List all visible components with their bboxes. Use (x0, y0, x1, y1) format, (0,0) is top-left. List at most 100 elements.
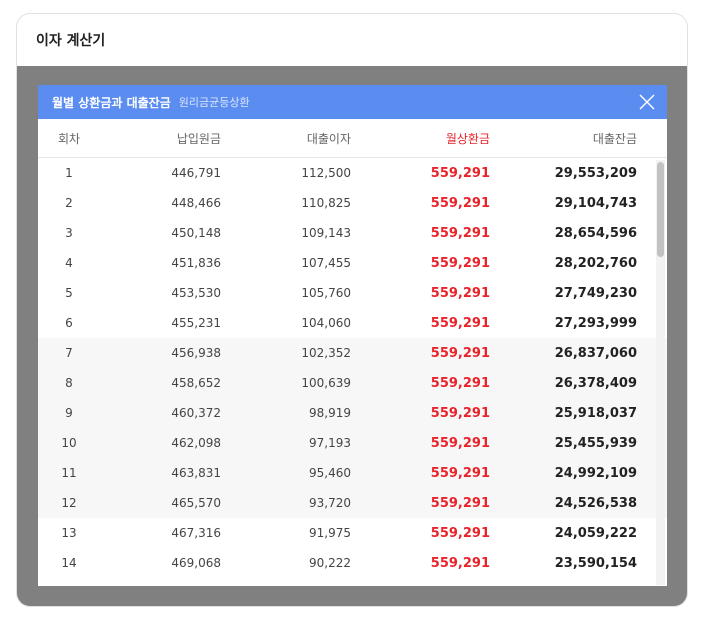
cell-balance: 25,455,939 (554, 435, 637, 451)
cell-round: 3 (65, 226, 73, 240)
cell-monthly-payment: 559,291 (430, 285, 490, 301)
cell-monthly-payment: 559,291 (430, 195, 490, 211)
cell-interest: 93,720 (309, 496, 351, 510)
cell-principal: 456,938 (171, 346, 221, 360)
cell-balance: 29,553,209 (554, 165, 637, 181)
table-row: 14 469,068 90,222 559,291 23,590,154 (38, 548, 667, 578)
calculator-card: 이자 계산기 월별 상환금과 대출잔금 원리금균등상환 회차 납입원금 대출이자… (16, 13, 688, 607)
header-monthly-payment: 월상환금 (445, 131, 490, 146)
cell-interest: 110,825 (301, 196, 351, 210)
cell-round: 2 (65, 196, 73, 210)
cell-monthly-payment: 559,291 (430, 315, 490, 331)
cell-round: 12 (61, 496, 77, 510)
header-interest: 대출이자 (306, 131, 351, 146)
cell-interest: 95,460 (309, 466, 351, 480)
cell-round: 5 (65, 286, 73, 300)
table-row: 8 458,652 100,639 559,291 26,378,409 (38, 368, 667, 398)
cell-principal: 469,068 (171, 556, 221, 570)
table-row: 10 462,098 97,193 559,291 25,455,939 (38, 428, 667, 458)
cell-interest: 100,639 (301, 376, 351, 390)
cell-round: 13 (61, 526, 77, 540)
cell-interest: 112,500 (301, 166, 351, 180)
cell-balance: 26,378,409 (554, 375, 637, 391)
cell-interest: 91,975 (309, 526, 351, 540)
cell-interest: 97,193 (309, 436, 351, 450)
cell-principal: 446,791 (171, 166, 221, 180)
cell-interest: 109,143 (301, 226, 351, 240)
table-row: 6 455,231 104,060 559,291 27,293,999 (38, 308, 667, 338)
cell-balance: 26,837,060 (554, 345, 637, 361)
table-row: 11 463,831 95,460 559,291 24,992,109 (38, 458, 667, 488)
cell-round: 14 (61, 556, 77, 570)
modal-header: 월별 상환금과 대출잔금 원리금균등상환 (38, 85, 667, 119)
table-row: 12 465,570 93,720 559,291 24,526,538 (38, 488, 667, 518)
cell-monthly-payment: 559,291 (430, 405, 490, 421)
header-round: 회차 (57, 131, 81, 146)
cell-principal: 463,831 (171, 466, 221, 480)
cell-round: 4 (65, 256, 73, 270)
scrollbar[interactable] (656, 160, 665, 585)
cell-balance: 27,293,999 (554, 315, 637, 331)
modal-subtitle: 원리금균등상환 (178, 96, 250, 109)
cell-balance: 24,526,538 (554, 495, 637, 511)
cell-monthly-payment: 559,291 (430, 225, 490, 241)
close-icon (639, 94, 655, 110)
cell-balance: 29,104,743 (554, 195, 637, 211)
table-row: 13 467,316 91,975 559,291 24,059,222 (38, 518, 667, 548)
cell-monthly-payment: 559,291 (430, 255, 490, 271)
cell-interest: 104,060 (301, 316, 351, 330)
table-row: 2 448,466 110,825 559,291 29,104,743 (38, 188, 667, 218)
modal-title: 월별 상환금과 대출잔금 (52, 95, 171, 110)
cell-round: 11 (61, 466, 77, 480)
table-body[interactable]: 1 446,791 112,500 559,291 29,553,209 2 448,466… (38, 158, 667, 586)
cell-interest: 105,760 (301, 286, 351, 300)
cell-monthly-payment: 559,291 (430, 525, 490, 541)
cell-monthly-payment: 559,291 (430, 555, 490, 571)
cell-principal: 453,530 (171, 286, 221, 300)
scrollbar-thumb[interactable] (657, 162, 664, 257)
table-row: 1 446,791 112,500 559,291 29,553,209 (38, 158, 667, 188)
cell-round: 9 (65, 406, 73, 420)
table-row: 7 456,938 102,352 559,291 26,837,060 (38, 338, 667, 368)
header-principal: 납입원금 (176, 131, 221, 146)
cell-monthly-payment: 559,291 (430, 465, 490, 481)
table-row: 5 453,530 105,760 559,291 27,749,230 (38, 278, 667, 308)
modal-overlay[interactable]: 월별 상환금과 대출잔금 원리금균등상환 회차 납입원금 대출이자 월상환금 대… (17, 66, 687, 606)
close-button[interactable] (639, 94, 655, 110)
table-row: 9 460,372 98,919 559,291 25,918,037 (38, 398, 667, 428)
cell-monthly-payment: 559,291 (430, 165, 490, 181)
cell-round: 1 (65, 166, 73, 180)
cell-round: 6 (65, 316, 73, 330)
cell-balance: 25,918,037 (554, 405, 637, 421)
cell-balance: 24,992,109 (554, 465, 637, 481)
repayment-modal: 월별 상환금과 대출잔금 원리금균등상환 회차 납입원금 대출이자 월상환금 대… (38, 85, 667, 586)
cell-balance: 23,590,154 (554, 555, 637, 571)
cell-principal: 450,148 (171, 226, 221, 240)
header-balance: 대출잔금 (592, 131, 637, 146)
cell-monthly-payment: 559,291 (430, 345, 490, 361)
cell-principal: 455,231 (171, 316, 221, 330)
cell-principal: 448,466 (171, 196, 221, 210)
cell-round: 10 (61, 436, 77, 450)
cell-balance: 28,202,760 (554, 255, 637, 271)
cell-principal: 458,652 (171, 376, 221, 390)
table-row: 3 450,148 109,143 559,291 28,654,596 (38, 218, 667, 248)
cell-monthly-payment: 559,291 (430, 495, 490, 511)
table-row: 4 451,836 107,455 559,291 28,202,760 (38, 248, 667, 278)
cell-principal: 467,316 (171, 526, 221, 540)
cell-monthly-payment: 559,291 (430, 375, 490, 391)
cell-interest: 102,352 (301, 346, 351, 360)
cell-principal: 460,372 (171, 406, 221, 420)
cell-principal: 465,570 (171, 496, 221, 510)
cell-balance: 27,749,230 (554, 285, 637, 301)
cell-interest: 107,455 (301, 256, 351, 270)
cell-round: 8 (65, 376, 73, 390)
cell-principal: 451,836 (171, 256, 221, 270)
cell-balance: 28,654,596 (554, 225, 637, 241)
cell-principal: 462,098 (171, 436, 221, 450)
card-title: 이자 계산기 (36, 32, 106, 49)
table-header: 회차 납입원금 대출이자 월상환금 대출잔금 (38, 119, 667, 158)
cell-monthly-payment: 559,291 (430, 435, 490, 451)
cell-round: 7 (65, 346, 73, 360)
cell-interest: 90,222 (309, 556, 351, 570)
